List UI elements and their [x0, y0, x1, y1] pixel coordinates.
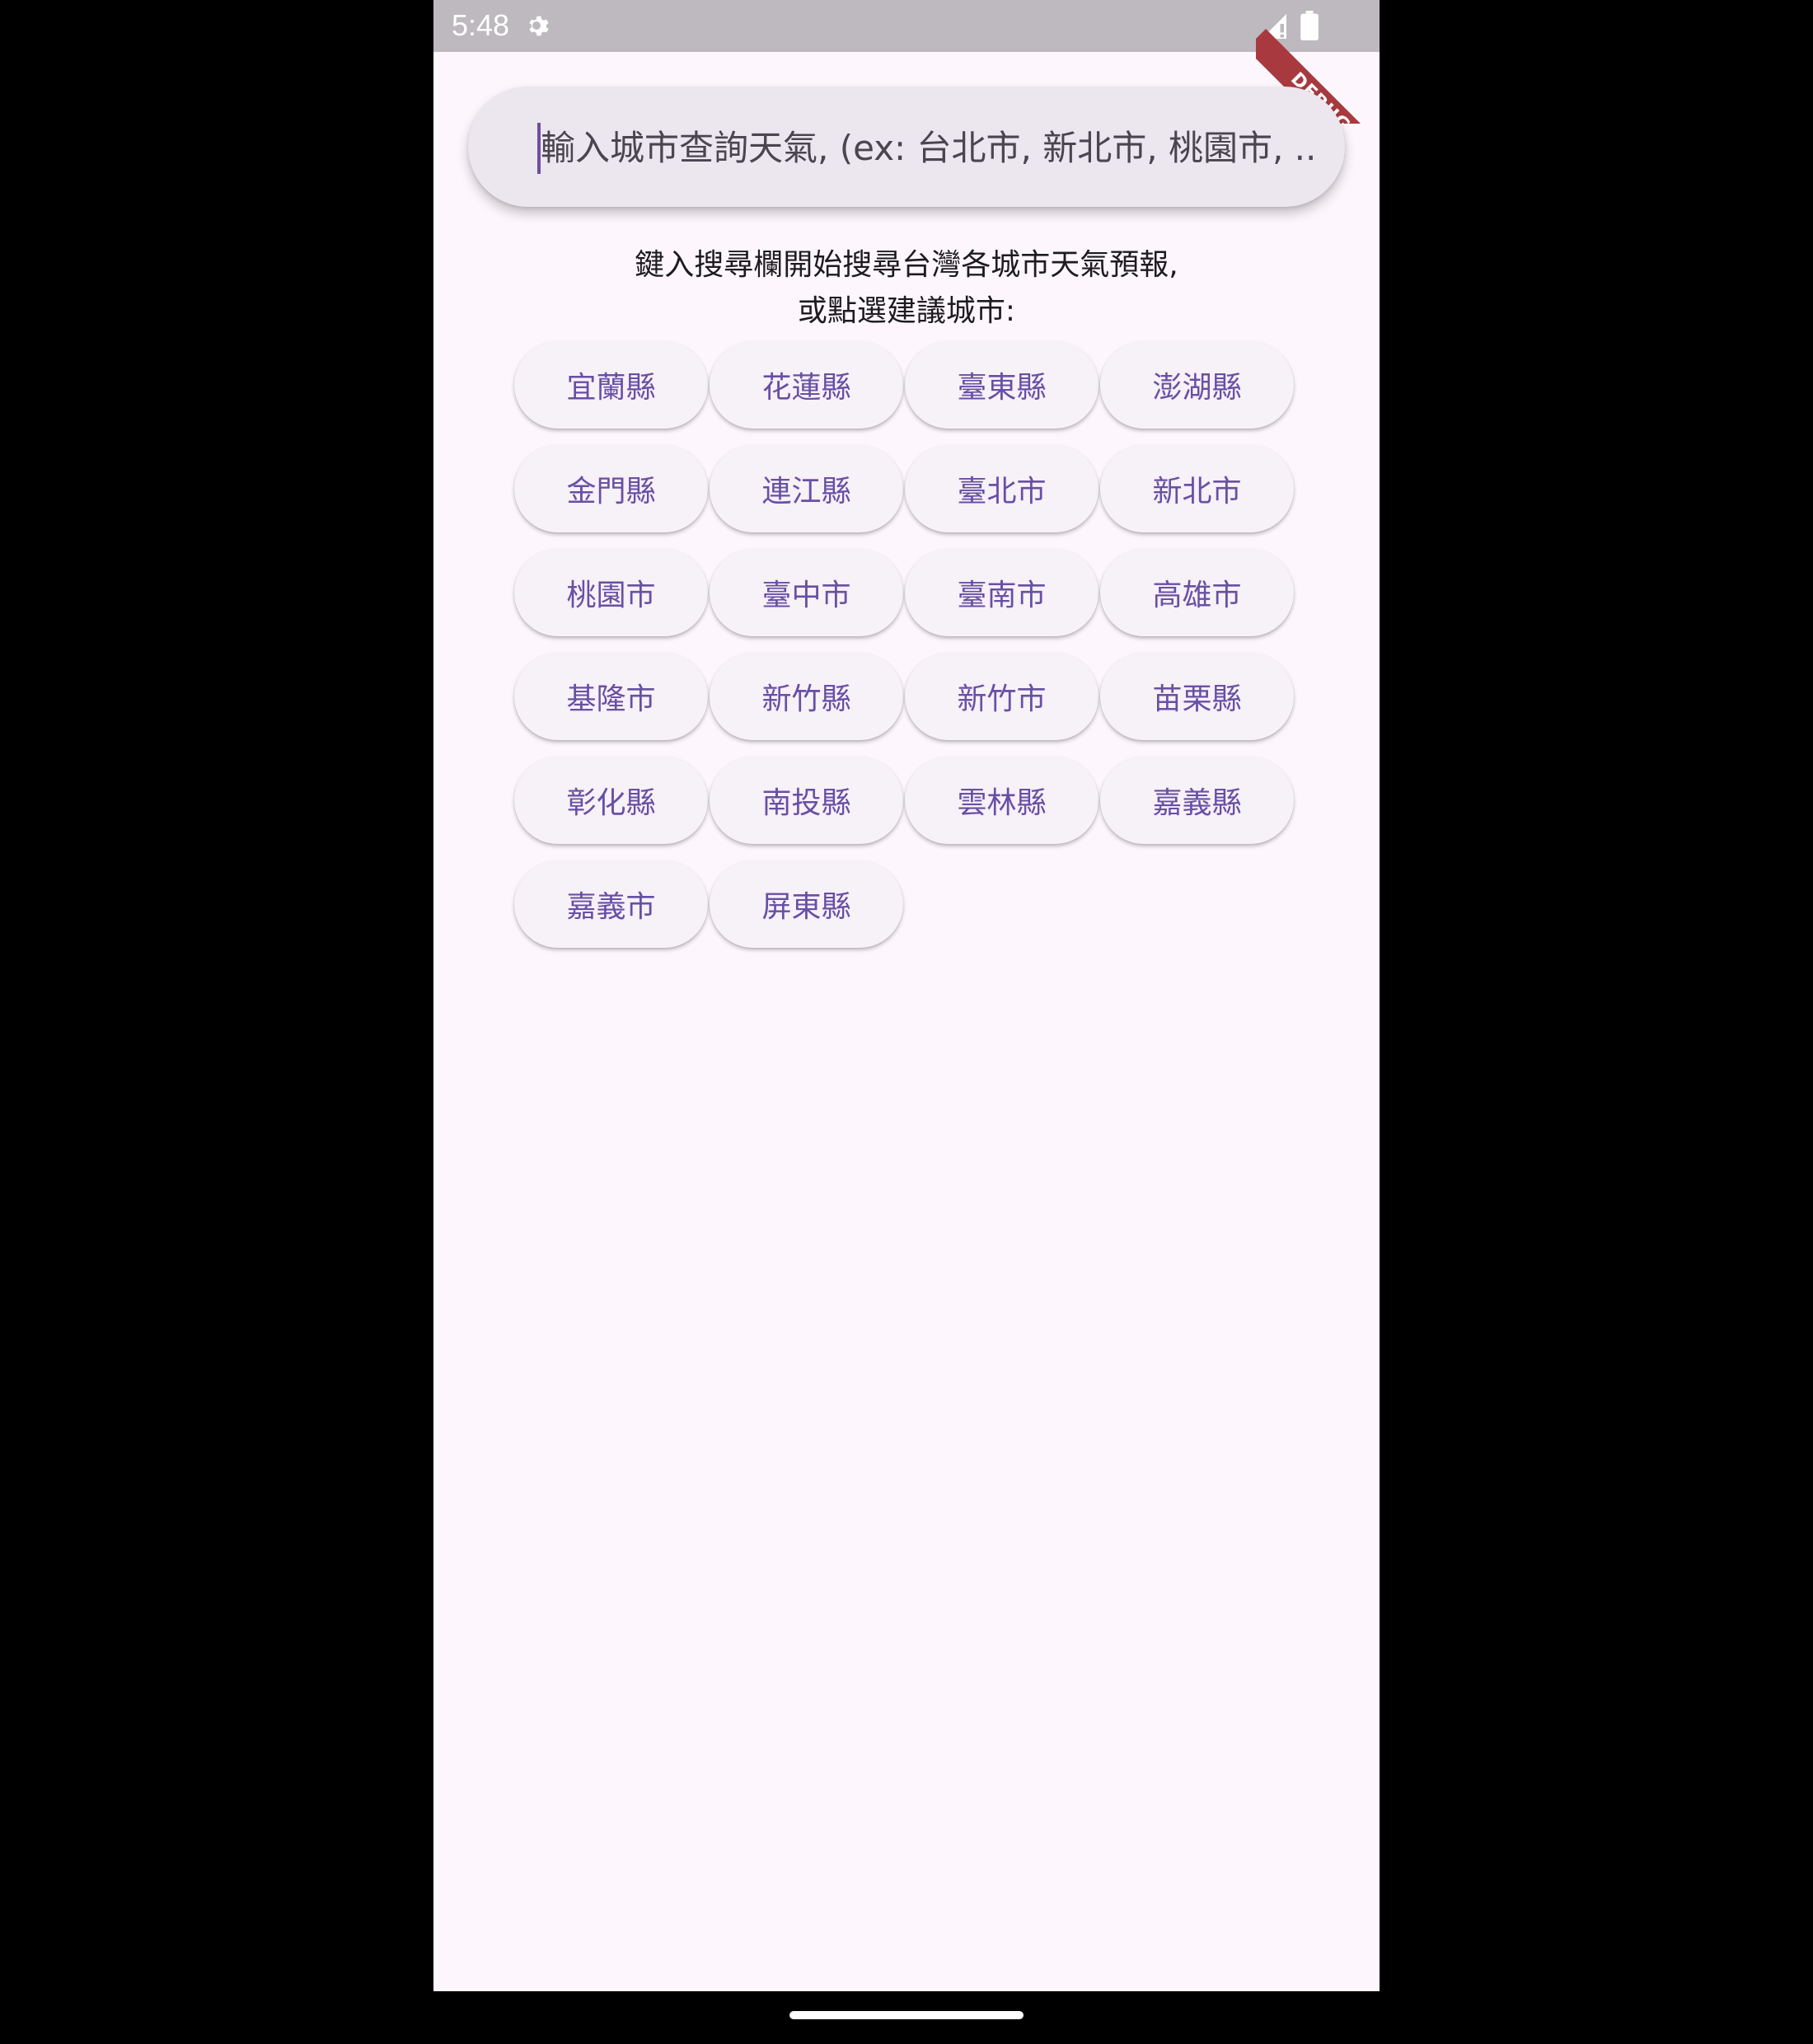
city-chip[interactable]: 桃園市	[514, 549, 708, 636]
city-chip[interactable]: 新北市	[1100, 445, 1294, 532]
city-chip[interactable]: 花蓮縣	[710, 341, 903, 429]
city-chip[interactable]: 高雄市	[1100, 549, 1294, 636]
status-bar: 5:48	[433, 0, 1380, 52]
suggested-cities-grid: 宜蘭縣 花蓮縣 臺東縣 澎湖縣 金門縣 連江縣 臺北市 新北市 桃園市 臺中市 …	[514, 341, 1297, 948]
city-chip[interactable]: 屏東縣	[710, 860, 903, 948]
city-chip[interactable]: 南投縣	[710, 757, 903, 844]
app-screen: 5:48 DEBUG 鍵入搜尋欄開始搜尋台灣各城市天氣預報, 或點選建議城市: …	[433, 0, 1380, 1991]
city-chip[interactable]: 彰化縣	[514, 757, 708, 844]
city-chip[interactable]: 苗栗縣	[1100, 653, 1294, 740]
city-chip[interactable]: 臺南市	[905, 549, 1099, 636]
city-chip[interactable]: 金門縣	[514, 445, 708, 532]
city-chip[interactable]: 新竹縣	[710, 653, 903, 740]
city-chip[interactable]: 新竹市	[905, 653, 1099, 740]
city-chip[interactable]: 臺北市	[905, 445, 1099, 532]
city-chip[interactable]: 雲林縣	[905, 757, 1099, 844]
status-time: 5:48	[452, 8, 510, 42]
city-chip[interactable]: 宜蘭縣	[514, 341, 708, 429]
city-chip[interactable]: 連江縣	[710, 445, 903, 532]
home-indicator-bar[interactable]	[789, 2011, 1024, 2019]
city-chip[interactable]: 澎湖縣	[1100, 341, 1294, 429]
city-chip[interactable]: 嘉義縣	[1100, 757, 1294, 844]
city-search-input[interactable]	[541, 118, 1315, 177]
settings-gear-icon	[529, 16, 549, 36]
search-instructions: 鍵入搜尋欄開始搜尋台灣各城市天氣預報, 或點選建議城市:	[433, 242, 1380, 335]
city-chip[interactable]: 臺中市	[710, 549, 903, 636]
city-chip[interactable]: 嘉義市	[514, 860, 708, 948]
city-chip[interactable]: 基隆市	[514, 653, 708, 740]
city-chip[interactable]: 臺東縣	[905, 341, 1099, 429]
city-search-bar[interactable]	[468, 87, 1345, 207]
instructions-line-1: 鍵入搜尋欄開始搜尋台灣各城市天氣預報,	[635, 248, 1178, 282]
instructions-line-2: 或點選建議城市:	[797, 294, 1016, 328]
